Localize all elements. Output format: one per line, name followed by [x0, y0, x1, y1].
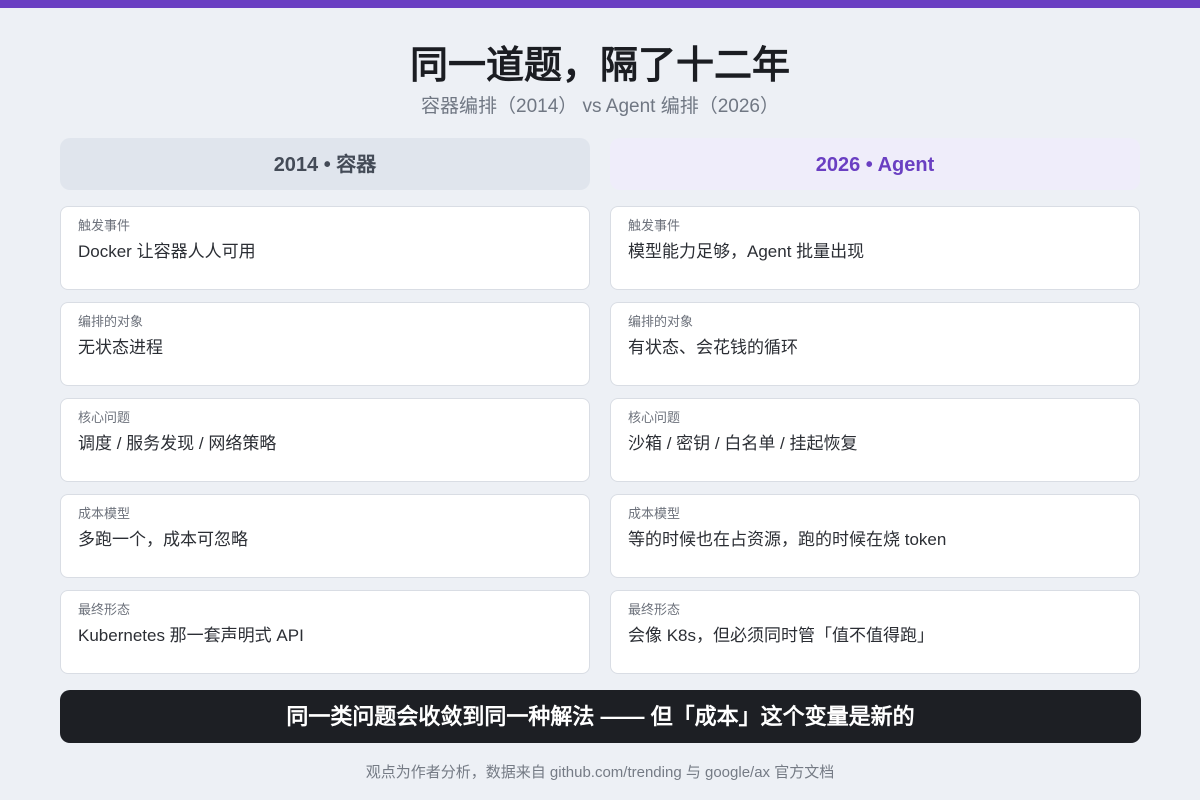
card-cost-model-2026: 成本模型 等的时候也在占资源，跑的时候在烧 token [610, 494, 1140, 578]
card-label: 触发事件 [78, 218, 131, 233]
card-value: 有状态、会花钱的循环 [628, 338, 798, 357]
card-value: 调度 / 服务发现 / 网络策略 [78, 434, 277, 453]
card-label: 最终形态 [628, 602, 681, 617]
card-label: 触发事件 [628, 218, 681, 233]
top-accent-bar [0, 0, 1200, 8]
card-orchestrated-object-2014: 编排的对象 无状态进程 [60, 302, 590, 386]
card-core-problem-2014: 核心问题 调度 / 服务发现 / 网络策略 [60, 398, 590, 482]
page-subtitle: 容器编排（2014） vs Agent 编排（2026） [421, 96, 779, 117]
card-label: 编排的对象 [628, 314, 694, 329]
card-final-form-2026: 最终形态 会像 K8s，但必须同时管「值不值得跑」 [610, 590, 1140, 674]
card-label: 最终形态 [78, 602, 131, 617]
card-label: 成本模型 [78, 506, 131, 521]
column-2014-containers: 2014 • 容器 触发事件 Docker 让容器人人可用 编排的对象 无状态进… [60, 138, 590, 674]
card-label: 编排的对象 [78, 314, 144, 329]
card-orchestrated-object-2026: 编排的对象 有状态、会花钱的循环 [610, 302, 1140, 386]
page-title: 同一道题，隔了十二年 [409, 45, 790, 87]
card-value: 无状态进程 [78, 338, 163, 357]
column-heading-2014: 2014 • 容器 [60, 138, 590, 190]
card-value: 多跑一个，成本可忽略 [78, 530, 248, 549]
card-value: Kubernetes 那一套声明式 API [78, 626, 304, 645]
card-label: 成本模型 [628, 506, 681, 521]
conclusion-banner: 同一类问题会收敛到同一种解法 —— 但「成本」这个变量是新的 [60, 690, 1141, 743]
card-label: 核心问题 [628, 410, 681, 425]
card-trigger-event-2014: 触发事件 Docker 让容器人人可用 [60, 206, 590, 290]
card-label: 核心问题 [78, 410, 131, 425]
column-2026-agents: 2026 • Agent 触发事件 模型能力足够，Agent 批量出现 编排的对… [610, 138, 1140, 674]
card-value: 会像 K8s，但必须同时管「值不值得跑」 [628, 626, 935, 645]
card-trigger-event-2026: 触发事件 模型能力足够，Agent 批量出现 [610, 206, 1140, 290]
column-heading-2026: 2026 • Agent [610, 138, 1140, 190]
card-cost-model-2014: 成本模型 多跑一个，成本可忽略 [60, 494, 590, 578]
card-value: 等的时候也在占资源，跑的时候在烧 token [628, 530, 947, 549]
card-final-form-2014: 最终形态 Kubernetes 那一套声明式 API [60, 590, 590, 674]
card-core-problem-2026: 核心问题 沙箱 / 密钥 / 白名单 / 挂起恢复 [610, 398, 1140, 482]
source-footnote: 观点为作者分析，数据来自 github.com/trending 与 googl… [365, 764, 835, 781]
card-value: 模型能力足够，Agent 批量出现 [628, 242, 865, 261]
card-value: Docker 让容器人人可用 [78, 242, 256, 261]
card-value: 沙箱 / 密钥 / 白名单 / 挂起恢复 [628, 434, 858, 453]
